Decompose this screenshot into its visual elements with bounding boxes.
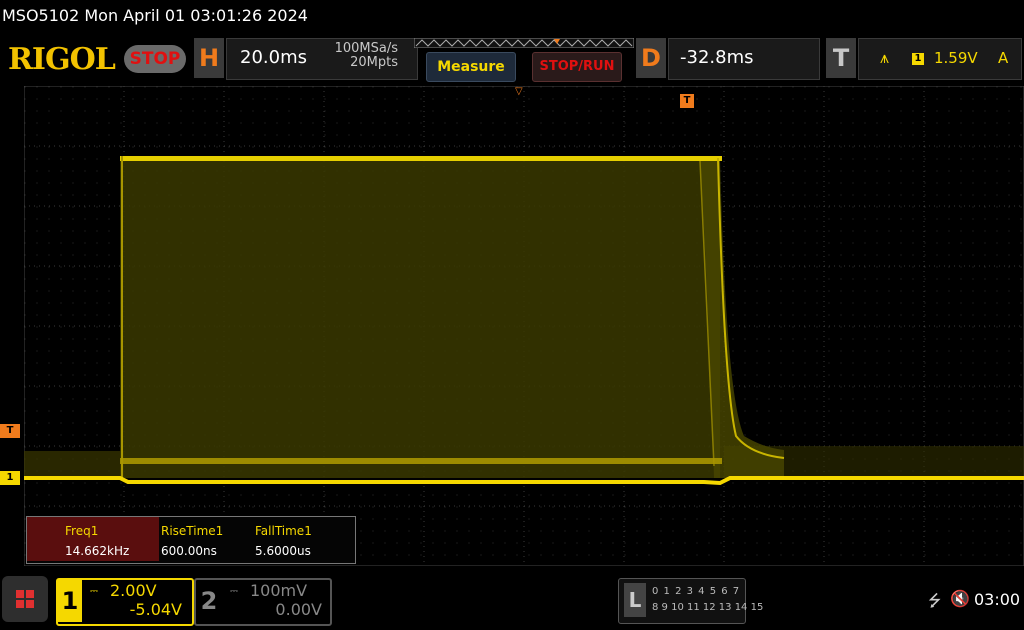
trigger-label[interactable]: T [826,38,856,78]
pulse-persistence [120,158,720,478]
memory-overview-icon [414,38,634,48]
dc-coupling-icon: ⎓ [230,586,238,597]
menu-button[interactable] [2,576,48,622]
delay-label[interactable]: D [636,38,666,78]
delay-marker[interactable]: T [680,94,694,108]
trigger-position-marker[interactable]: ▽ [515,86,523,97]
channel2-scale: 100mV [250,581,308,600]
grid-menu-icon [16,590,34,608]
ch1-offset-marker[interactable]: 1 [0,471,20,485]
channel2-offset: 0.00V [275,600,322,619]
horizontal-label[interactable]: H [194,38,224,78]
trigger-source: 1 [912,53,924,65]
meas-header: FallTime1 [255,524,312,538]
delay-value: -32.8ms [680,47,754,68]
meas-value: 14.662kHz [65,544,130,558]
meas-value: 5.6000us [255,544,311,558]
dc-coupling-icon: ⎓ [90,586,98,597]
waveform-display[interactable] [24,86,1024,566]
channel1-offset: -5.04V [129,600,182,619]
memory-depth: 20Mpts [350,55,398,70]
trigger-level-marker[interactable]: T [0,424,20,438]
meas-header: Freq1 [65,524,99,538]
measure-button[interactable]: Measure [426,52,516,82]
logic-channels-row2: 8 9 10 11 12 13 14 15 [652,602,764,613]
measurement-table[interactable]: Freq1 RiseTime1 FallTime1 14.662kHz 600.… [26,516,356,564]
pulse-low-band [120,458,722,464]
trigger-mode: A [998,49,1009,67]
meas-header: RiseTime1 [161,524,224,538]
rigol-logo: RIGOL [8,42,116,77]
channel1-number: 1 [58,580,82,622]
noise-band-left [24,451,124,479]
speaker-muted-icon[interactable]: 🔇 [950,589,970,608]
pulse-top [120,156,722,161]
logic-label: L [624,583,646,617]
status-title: MSO5102 Mon April 01 03:01:26 2024 [2,6,308,25]
channel1-scale: 2.00V [110,581,157,600]
run-state-badge[interactable]: STOP [124,45,186,73]
timebase-value: 20.0ms [240,47,307,68]
sample-info: 100MSa/s 20Mpts [320,42,398,70]
system-clock: 03:00 [974,590,1021,609]
stop-run-button[interactable]: STOP/RUN [532,52,622,82]
logic-channels-row1: 0 1 2 3 4 5 6 7 [652,586,741,597]
sample-rate: 100MSa/s [334,41,398,56]
trigger-level: 1.59V [934,49,978,67]
rising-edge-icon: ⩚ [880,48,890,67]
usb-icon: ⭍ [928,591,942,610]
meas-value: 600.00ns [161,544,217,558]
channel2-number: 2 [200,587,218,615]
